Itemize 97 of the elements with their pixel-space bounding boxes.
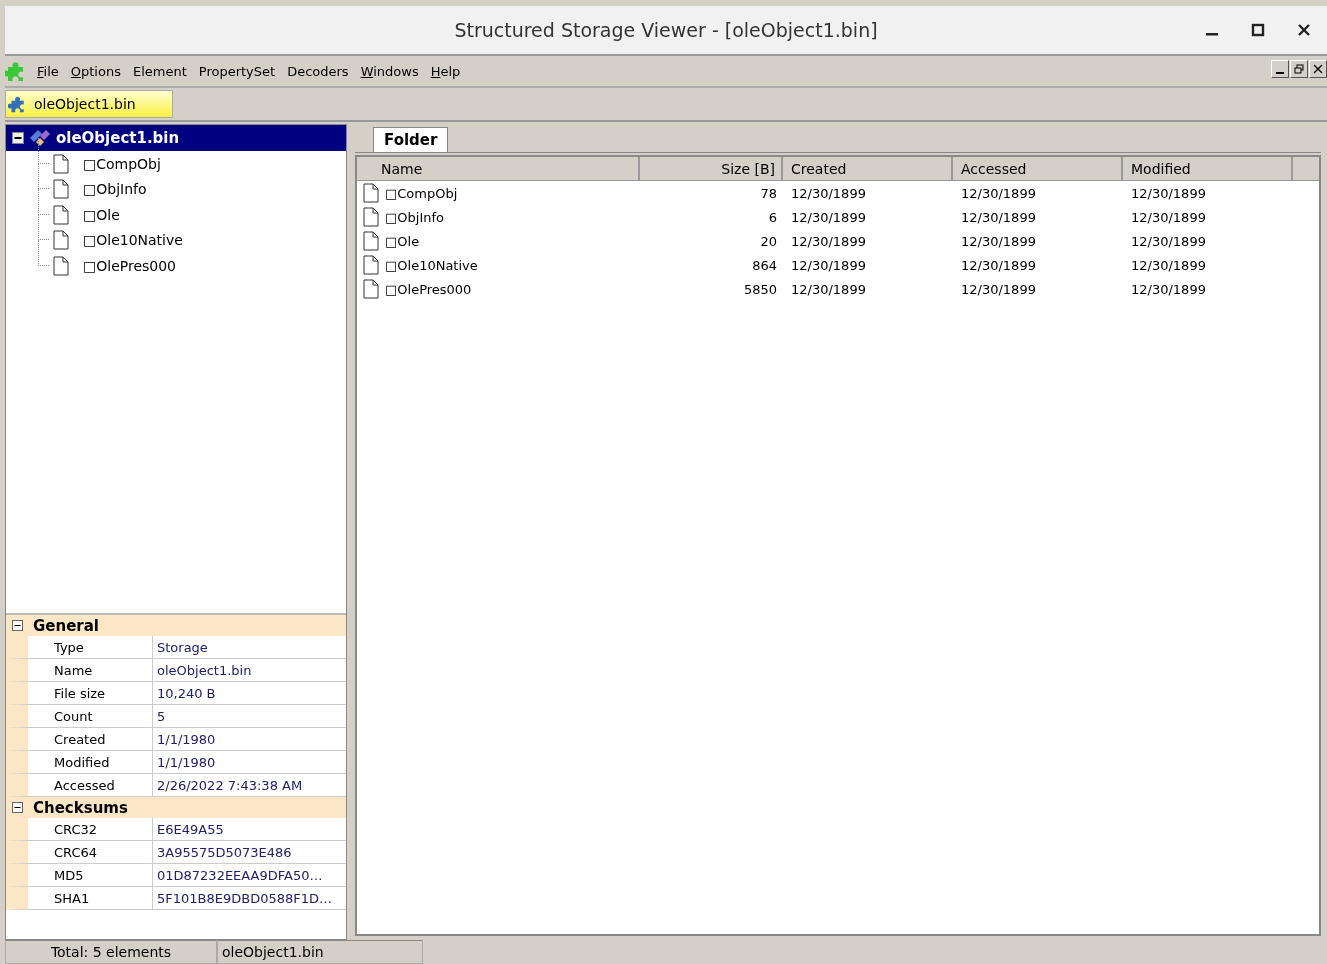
document-icon: [363, 279, 379, 299]
document-icon: [363, 207, 379, 227]
property-value: 5F101B8E9DBD0588F1D…: [156, 889, 334, 908]
table-cell: 12/30/1899: [791, 281, 866, 297]
property-name: Type: [28, 636, 153, 658]
document-icon: [53, 255, 69, 276]
minimize-button[interactable]: [1271, 60, 1289, 78]
table-cell: 20: [760, 233, 777, 249]
document-tab[interactable]: oleObject1.bin: [5, 90, 173, 118]
status-text: Total: 5 elements: [5, 940, 217, 964]
table-cell: 864: [752, 257, 777, 273]
maximize-icon[interactable]: [1251, 23, 1265, 37]
property-value: oleObject1.bin: [156, 661, 253, 680]
property-group-header[interactable]: General: [6, 615, 346, 636]
column-header[interactable]: Accessed: [953, 157, 1123, 181]
menu-item[interactable]: File: [33, 63, 67, 79]
table-cell: 12/30/1899: [1131, 209, 1206, 225]
column-header[interactable]: Modified: [1123, 157, 1293, 181]
close-icon[interactable]: [1297, 23, 1311, 37]
property-value: 01D87232EEAA9DFA50…: [156, 866, 324, 885]
property-value: E6E49A55: [156, 820, 225, 839]
property-name: Count: [28, 705, 153, 727]
property-value: 5: [156, 707, 167, 726]
table-cell[interactable]: □Ole10Native: [385, 257, 478, 273]
table-cell: 6: [768, 209, 777, 225]
restore-button[interactable]: [1290, 60, 1308, 78]
table-cell: 12/30/1899: [1131, 185, 1206, 201]
column-header[interactable]: Size [B]: [640, 157, 783, 181]
folder-tab[interactable]: Folder: [373, 127, 449, 152]
table-cell: 12/30/1899: [961, 257, 1036, 273]
collapse-icon[interactable]: [12, 132, 24, 144]
document-icon: [53, 230, 69, 251]
document-icon: [363, 231, 379, 251]
property-value: 10,240 B: [156, 684, 217, 703]
table-cell: 12/30/1899: [961, 209, 1036, 225]
property-name: SHA1: [28, 887, 153, 909]
document-icon: [363, 255, 379, 275]
property-name: Modified: [28, 751, 153, 773]
table-cell[interactable]: □OlePres000: [385, 281, 472, 297]
table-cell[interactable]: □Ole: [385, 233, 420, 249]
table-cell: 12/30/1899: [791, 233, 866, 249]
document-icon: [53, 153, 69, 174]
property-value: 3A95575D5073E486: [156, 843, 293, 862]
collapse-icon[interactable]: [12, 802, 23, 813]
close-button[interactable]: [1309, 60, 1327, 78]
menu-item[interactable]: PropertySet: [194, 63, 284, 79]
table-cell: 12/30/1899: [791, 257, 866, 273]
property-name: MD5: [28, 864, 153, 886]
column-header[interactable]: Name: [357, 157, 640, 181]
table-cell: 12/30/1899: [961, 185, 1036, 201]
menu-item[interactable]: Help: [426, 63, 469, 79]
table-cell: 12/30/1899: [791, 185, 866, 201]
property-value: 2/26/2022 7:43:38 AM: [156, 776, 304, 795]
property-name: Accessed: [28, 774, 153, 796]
group-title: General: [33, 616, 99, 635]
menu-item[interactable]: Windows: [356, 63, 427, 79]
tree-item[interactable]: □ObjInfo: [83, 181, 147, 198]
restore-icon: [1294, 64, 1304, 74]
property-value: 1/1/1980: [156, 730, 217, 749]
property-name: File size: [28, 682, 153, 704]
document-icon: [53, 204, 69, 225]
table-cell: 78: [760, 185, 777, 201]
document-icon: [363, 183, 379, 203]
table-cell: 12/30/1899: [1131, 257, 1206, 273]
tree-item[interactable]: □OlePres000: [83, 257, 177, 274]
property-name: CRC32: [28, 818, 153, 840]
table-cell: 12/30/1899: [961, 281, 1036, 297]
window-title: Structured Storage Viewer - [oleObject1.bin]: [454, 19, 878, 41]
table-cell: 5850: [743, 281, 777, 297]
menu-item[interactable]: Decoders: [283, 63, 357, 79]
minimize-icon: [1276, 71, 1284, 74]
tree-item[interactable]: oleObject1.bin: [6, 125, 346, 151]
tree-item[interactable]: □Ole: [83, 206, 120, 223]
document-icon: [53, 179, 69, 200]
tree-label[interactable]: oleObject1.bin: [56, 129, 180, 147]
menu-item[interactable]: Options: [66, 63, 129, 79]
table-cell[interactable]: □CompObj: [385, 185, 458, 201]
table-cell: 12/30/1899: [1131, 281, 1206, 297]
status-text: oleObject1.bin: [217, 940, 423, 964]
property-name: Created: [28, 728, 153, 750]
tree-item[interactable]: □CompObj: [83, 155, 161, 172]
property-name: CRC64: [28, 841, 153, 863]
column-header[interactable]: Created: [783, 157, 953, 181]
property-group-header[interactable]: Checksums: [6, 797, 346, 818]
property-value: Storage: [156, 638, 209, 657]
property-value: 1/1/1980: [156, 753, 217, 772]
table-cell: 12/30/1899: [791, 209, 866, 225]
menu-item[interactable]: Element: [128, 63, 195, 79]
diamond-icon: [28, 128, 52, 148]
group-title: Checksums: [33, 798, 128, 817]
tree-item[interactable]: □Ole10Native: [83, 232, 183, 249]
table-cell[interactable]: □ObjInfo: [385, 209, 444, 225]
table-cell: 12/30/1899: [961, 233, 1036, 249]
table-cell: 12/30/1899: [1131, 233, 1206, 249]
collapse-icon[interactable]: [12, 620, 23, 631]
property-name: Name: [28, 659, 153, 681]
close-icon: [1313, 64, 1323, 74]
